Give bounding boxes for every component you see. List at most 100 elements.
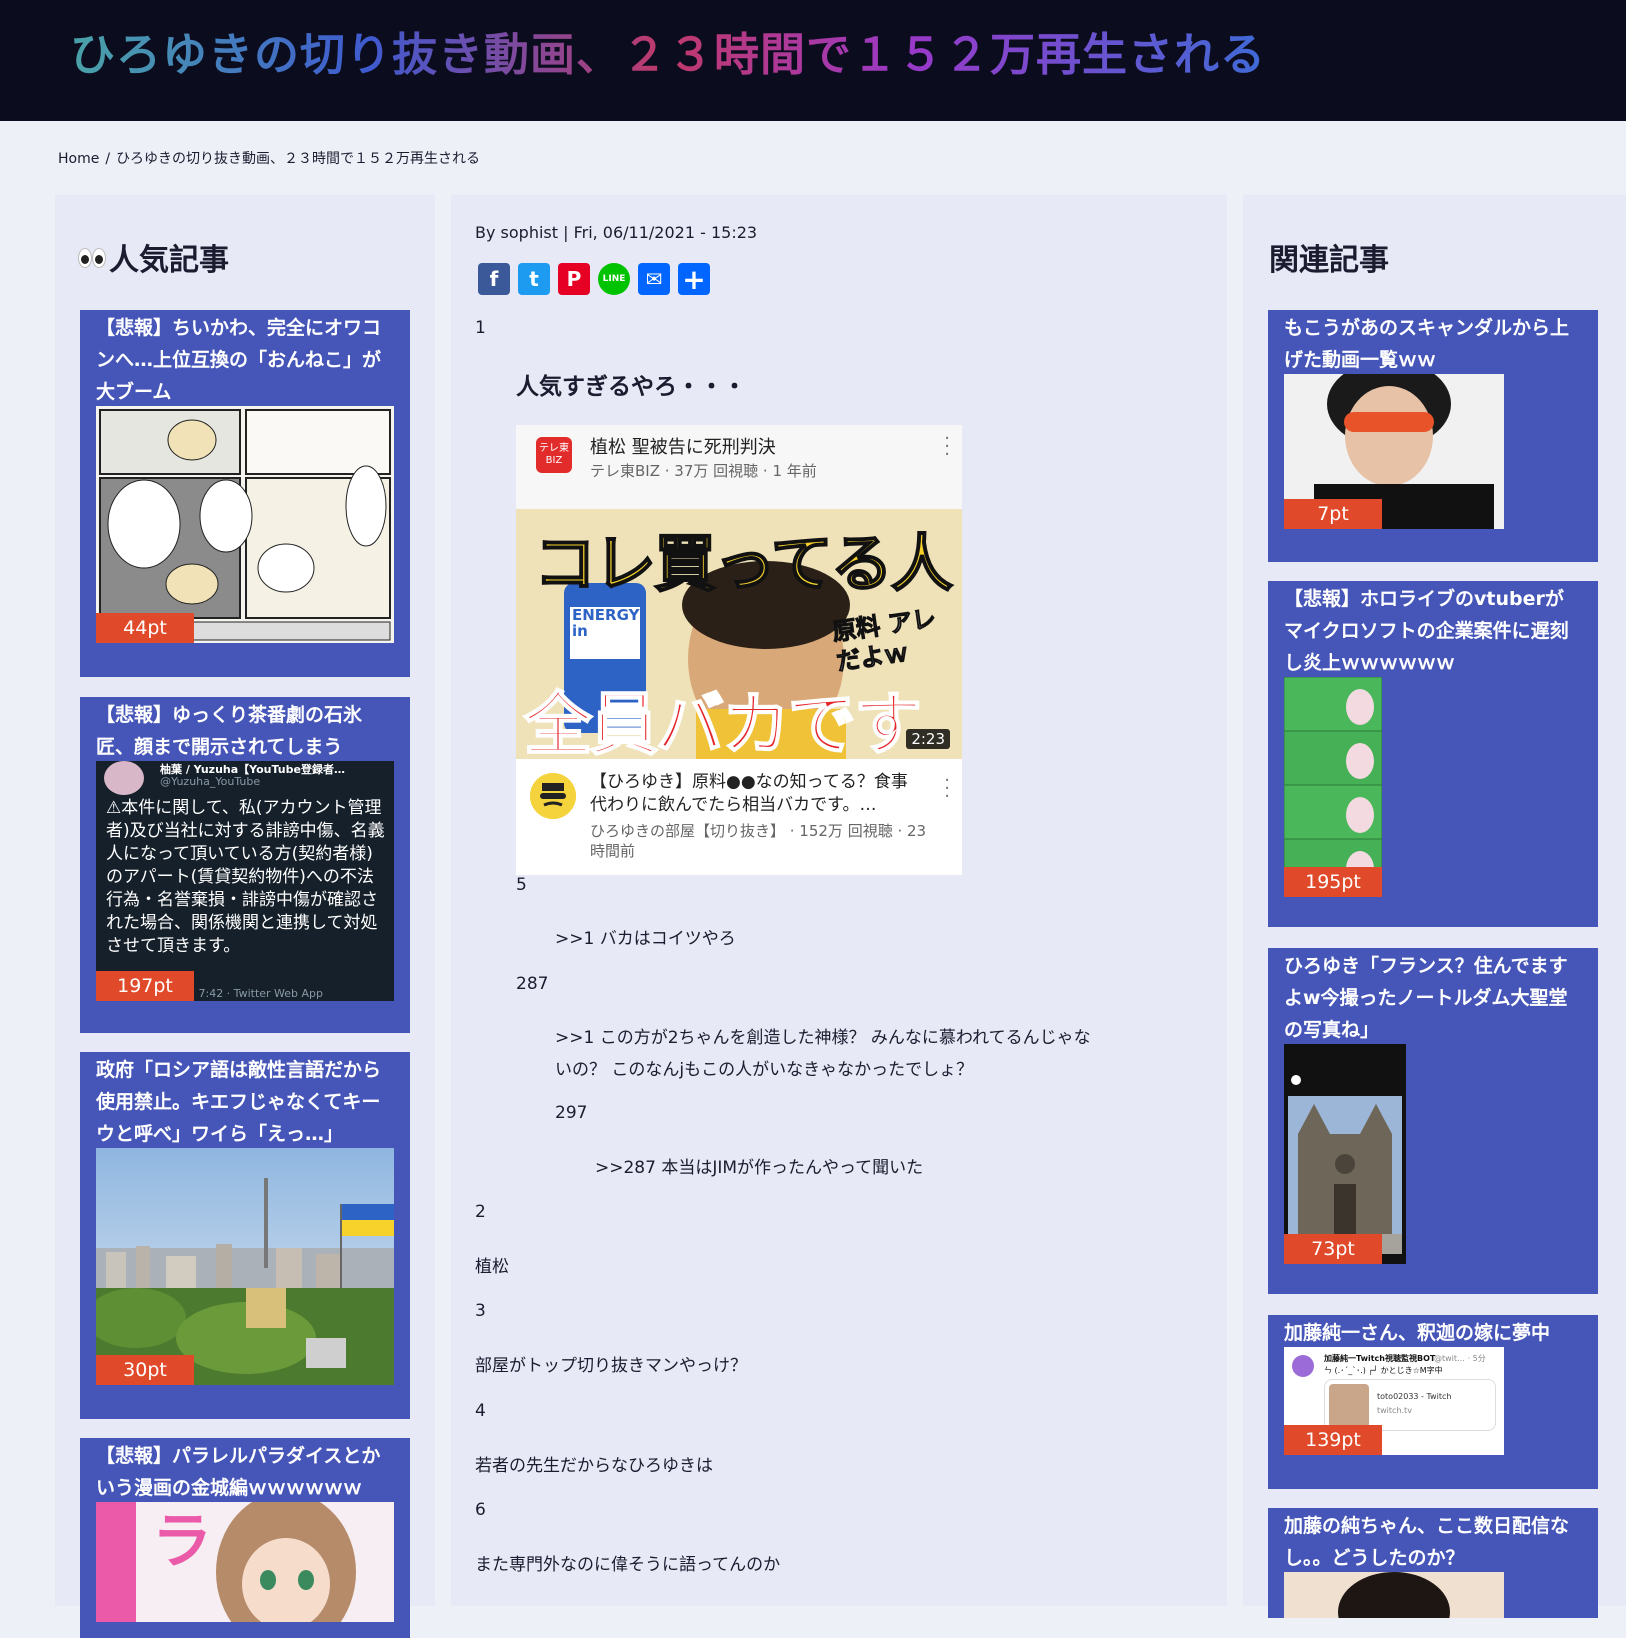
manga-cover: ラ: [96, 1502, 394, 1622]
reply-text: >>287 本当はJIMが作ったんやって聞いた: [595, 1158, 924, 1178]
card-thumbnail[interactable]: ラ: [96, 1502, 394, 1622]
video-thumbnail: コレ買ってる人 ENERGY in 原料 アレだよｗ 全員バカです 2:23: [516, 509, 962, 759]
breadcrumb-home[interactable]: Home: [58, 151, 99, 167]
reply-text: >>1 バカはコイツやろ: [555, 929, 736, 949]
post-number: 2: [475, 1202, 486, 1222]
card-title[interactable]: 【悲報】ちいかわ、完全にオワコンへ…上位互換の「おんねこ」が大ブーム: [96, 310, 394, 406]
thumb-bottom-headline: 全員バカです: [523, 685, 923, 759]
channel-avatar: [530, 773, 576, 819]
related-card[interactable]: ひろゆき「フランス？住んでますよw今撮ったノートルダム大聖堂の写真ね」 73pt: [1268, 948, 1598, 1294]
card-title[interactable]: 政府「ロシア語は敵性言語だから使用禁止。キエフじゃなくてキーウと呼べ」ワイら「え…: [96, 1052, 394, 1148]
site-title[interactable]: ひろゆきの切り抜き動画、２３時間で１５２万再生される: [70, 18, 1266, 83]
related-card[interactable]: 加藤の純ちゃん、ここ数日配信なし。。どうしたのか？: [1268, 1508, 1598, 1618]
share-plus-icon[interactable]: +: [678, 263, 710, 296]
points-badge: 73pt: [1284, 1234, 1382, 1264]
points-badge: 197pt: [96, 971, 194, 1001]
eyes-icon: [77, 242, 109, 272]
video-screenshot[interactable]: テレ東 BIZ 植松 聖被告に死刑判決 テレ東BIZ · 37万 回視聴 · 1…: [516, 425, 962, 875]
city-photo: [96, 1148, 394, 1385]
popular-sidebar: 人気記事 【悲報】ちいかわ、完全にオワコンへ…上位互換の「おんねこ」が大ブーム …: [55, 195, 435, 1638]
related-card[interactable]: 【悲報】ホロライブのvtuberがマイクロソフトの企業案件に遅刻し炎上ｗｗｗｗｗ…: [1268, 581, 1598, 927]
points-badge: 139pt: [1284, 1425, 1382, 1455]
tweet-body: ⚠本件に関して、私(アカウント管理者)及び当社に対する誹謗中傷、名義人になって頂…: [106, 798, 385, 956]
video-top: テレ東 BIZ 植松 聖被告に死刑判決 テレ東BIZ · 37万 回視聴 · 1…: [516, 425, 962, 509]
video-title-2: 【ひろゆき】原料●●なの知ってる？食事代わりに飲んでたら相当バカです。…: [590, 772, 908, 815]
card-thumbnail[interactable]: 柚葉 / Yuzuha【YouTube登録者… @Yuzuha_YouTube …: [96, 761, 394, 1001]
pinterest-icon[interactable]: P: [558, 263, 590, 295]
post-text: また専門外なのに偉そうに語ってんのか: [475, 1555, 781, 1575]
thumb-can-label: ENERGY in: [572, 606, 640, 640]
post-heading: 人気すぎるやろ・・・: [516, 374, 746, 400]
related-heading: 関連記事: [1269, 243, 1389, 278]
person-photo: [1284, 1572, 1504, 1618]
popular-card[interactable]: 【悲報】パラレルパラダイスとかいう漫画の金城編ｗｗｗｗｗｗ ラ: [80, 1438, 410, 1638]
tweet-user: 加藤純一Twitch視聴監視BOT: [1324, 1354, 1436, 1363]
article-meta: By sophist | Fri, 06/11/2021 - 15:23: [475, 223, 758, 242]
video-title: 植松 聖被告に死刑判決: [590, 437, 776, 458]
post-text: 部屋がトップ切り抜きマンやっけ？: [475, 1356, 747, 1376]
points-badge: 30pt: [96, 1355, 194, 1385]
card-title[interactable]: 【悲報】パラレルパラダイスとかいう漫画の金城編ｗｗｗｗｗｗ: [96, 1438, 394, 1502]
cathedral-screenshot: [1284, 1044, 1406, 1264]
post-number: 297: [555, 1103, 588, 1123]
post-number: 5: [516, 875, 527, 895]
tweet-link-card: toto02033 - Twitch twitch.tv: [1324, 1379, 1496, 1431]
vtuber-collage: [1284, 677, 1382, 897]
facebook-icon[interactable]: f: [478, 263, 510, 295]
card-thumbnail[interactable]: 7pt: [1284, 374, 1504, 529]
post-number: 287: [516, 974, 549, 994]
avatar: [104, 761, 144, 795]
card-thumbnail[interactable]: 73pt: [1284, 1044, 1406, 1264]
manga-image: [96, 406, 394, 643]
points-badge: 7pt: [1284, 499, 1382, 529]
reply-text: >>1 この方が2ちゃんを創造した神様？ みんなに慕われてるんじゃな: [555, 1028, 1091, 1048]
site-header: ひろゆきの切り抜き動画、２３時間で１５２万再生される: [0, 0, 1626, 121]
card-thumbnail[interactable]: 195pt: [1284, 677, 1382, 897]
video-duration: 2:23: [906, 729, 950, 749]
related-card[interactable]: 加藤純一さん、釈迦の嫁に夢中 加藤純一Twitch視聴監視BOT @twit… …: [1268, 1315, 1598, 1489]
email-icon[interactable]: ✉: [638, 263, 670, 295]
reply-text: いの？ このなんjもこの人がいなきゃなかったでしょ？: [555, 1060, 974, 1080]
related-card[interactable]: もこうがあのスキャンダルから上げた動画一覧ｗｗ 7pt: [1268, 310, 1598, 562]
breadcrumb-current: ひろゆきの切り抜き動画、２３時間で１５２万再生される: [116, 151, 481, 167]
related-sidebar: 関連記事 もこうがあのスキャンダルから上げた動画一覧ｗｗ 7pt 【悲報】ホロラ…: [1243, 195, 1626, 1618]
card-title[interactable]: ひろゆき「フランス？住んでますよw今撮ったノートルダム大聖堂の写真ね」: [1284, 948, 1582, 1044]
post-number: 4: [475, 1401, 486, 1421]
points-badge: 195pt: [1284, 867, 1382, 897]
tweet-body: ㄣ (.･´_`･.) ┌┘ かとじき☆M字中: [1324, 1366, 1443, 1375]
card-thumbnail[interactable]: [1284, 1572, 1504, 1618]
svg-text:ラ: ラ: [152, 1507, 212, 1577]
card-title[interactable]: 加藤の純ちゃん、ここ数日配信なし。。どうしたのか？: [1284, 1508, 1582, 1572]
more-vertical-icon: · · ·: [944, 428, 950, 465]
card-thumbnail[interactable]: 30pt: [96, 1148, 394, 1385]
video-meta: テレ東BIZ · 37万 回視聴 · 1 年前: [590, 462, 817, 480]
share-buttons: f t P LINE ✉ +: [478, 263, 710, 296]
points-badge: 44pt: [96, 613, 194, 643]
card-title[interactable]: 【悲報】ゆっくり茶番劇の石氷匠、顔まで開示されてしまうwwwwww: [96, 697, 394, 790]
popular-card[interactable]: 【悲報】ゆっくり茶番劇の石氷匠、顔まで開示されてしまうwwwwww 柚葉 / Y…: [80, 697, 410, 1033]
card-title[interactable]: もこうがあのスキャンダルから上げた動画一覧ｗｗ: [1284, 310, 1582, 374]
post-number: 6: [475, 1500, 486, 1520]
card-thumbnail[interactable]: 加藤純一Twitch視聴監視BOT @twit… · 5分 ㄣ (.･´_`･.…: [1284, 1347, 1504, 1455]
more-vertical-icon: · · ·: [944, 770, 950, 807]
post-text: 植松: [475, 1257, 509, 1277]
breadcrumb-separator: /: [105, 151, 111, 167]
breadcrumb: Home / ひろゆきの切り抜き動画、２３時間で１５２万再生される: [58, 148, 480, 168]
card-title[interactable]: 加藤純一さん、釈迦の嫁に夢中: [1284, 1315, 1582, 1347]
tweet-handle: @Yuzuha_YouTube: [160, 775, 261, 788]
tweet-handle: @twit… · 5分: [1434, 1354, 1486, 1363]
post-number: 3: [475, 1301, 486, 1321]
thumb-headline: コレ買ってる人: [533, 526, 954, 601]
card-title[interactable]: 【悲報】ホロライブのvtuberがマイクロソフトの企業案件に遅刻し炎上ｗｗｗｗｗ…: [1284, 581, 1582, 677]
post-number: 1: [475, 318, 486, 338]
card-thumbnail[interactable]: 44pt: [96, 406, 394, 643]
twitter-icon[interactable]: t: [518, 263, 550, 295]
video-meta-2: ひろゆきの部屋【切り抜き】 · 152万 回視聴 · 23 時間前: [590, 822, 927, 860]
popular-card[interactable]: 政府「ロシア語は敵性言語だから使用禁止。キエフじゃなくてキーウと呼べ」ワイら「え…: [80, 1052, 410, 1419]
popular-heading: 人気記事: [77, 235, 229, 279]
article-main: By sophist | Fri, 06/11/2021 - 15:23 f t…: [451, 195, 1227, 1606]
popular-card[interactable]: 【悲報】ちいかわ、完全にオワコンへ…上位互換の「おんねこ」が大ブーム 44pt: [80, 310, 410, 677]
line-icon[interactable]: LINE: [598, 263, 630, 295]
post-text: 若者の先生だからなひろゆきは: [475, 1456, 713, 1476]
avatar: [1292, 1355, 1314, 1377]
